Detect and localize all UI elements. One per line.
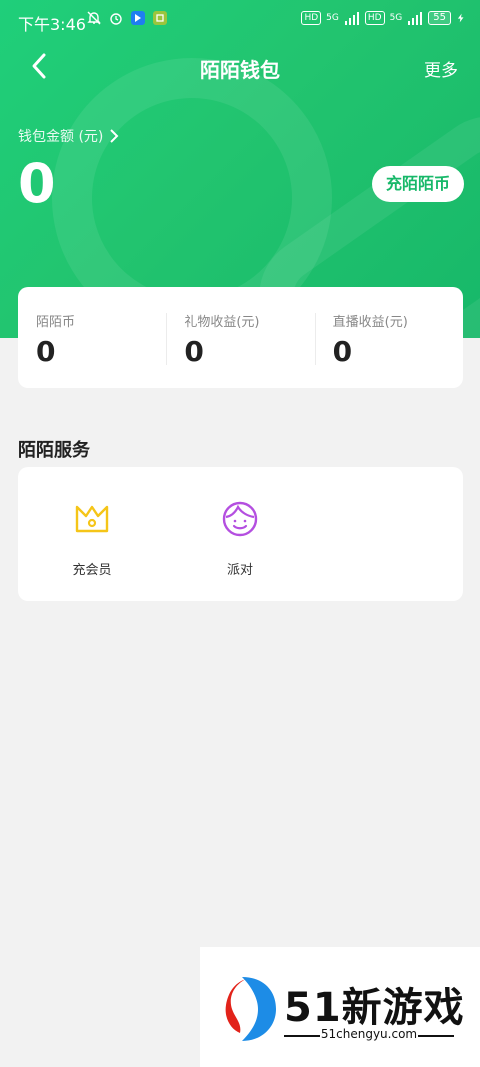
service-party[interactable]: 派对 — [200, 499, 280, 578]
stat-live-earnings[interactable]: 直播收益(元) 0 — [314, 287, 463, 388]
site-url: 51chengyu.com — [320, 1027, 418, 1041]
hd-badge: HD — [301, 11, 322, 25]
stat-momo-coins[interactable]: 陌陌币 0 — [18, 287, 166, 388]
chevron-right-icon — [110, 129, 119, 143]
recharge-coins-button[interactable]: 充陌陌币 — [371, 166, 464, 202]
network-type: 5G — [326, 13, 339, 23]
smiling-girl-icon — [222, 501, 258, 537]
wallet-balance-label: 钱包金额 (元) — [18, 129, 104, 145]
signal-icon — [408, 12, 423, 25]
stat-value: 0 — [184, 335, 204, 368]
wallet-balance-link[interactable]: 钱包金额 (元) — [18, 126, 119, 146]
app-notification-icon — [131, 11, 145, 25]
stat-label: 陌陌币 — [36, 315, 76, 330]
site-logo-icon — [225, 977, 276, 1041]
charging-bolt-icon — [457, 13, 464, 23]
status-bar: 下午3:46 HD 5G HD 5G 55 — [0, 0, 480, 42]
divider — [418, 1035, 454, 1037]
stat-gift-earnings[interactable]: 礼物收益(元) 0 — [166, 287, 314, 388]
alarm-icon — [110, 13, 122, 25]
crown-icon — [75, 505, 109, 533]
site-watermark: 51新游戏 51chengyu.com — [200, 947, 480, 1067]
battery-level: 55 — [428, 11, 451, 25]
mute-bell-icon — [87, 11, 101, 25]
stat-value: 0 — [36, 335, 56, 368]
service-label: 派对 — [226, 563, 253, 578]
site-brand: 51新游戏 — [284, 985, 465, 1031]
hd-badge: HD — [364, 11, 385, 25]
stat-label: 礼物收益(元) — [184, 315, 260, 330]
stat-label: 直播收益(元) — [332, 315, 408, 330]
service-label: 充会员 — [72, 563, 112, 578]
navigation-bar: 陌陌钱包 更多 — [0, 42, 480, 92]
earnings-card: 陌陌币 0 礼物收益(元) 0 直播收益(元) 0 — [18, 287, 463, 388]
wallet-balance-value: 0 — [18, 152, 56, 215]
stat-value: 0 — [332, 335, 353, 368]
signal-icon — [344, 12, 359, 25]
page-title: 陌陌钱包 — [200, 58, 280, 82]
services-title: 陌陌服务 — [18, 440, 90, 461]
service-vip[interactable]: 充会员 — [52, 499, 132, 578]
services-card: 充会员 派对 — [18, 467, 463, 601]
status-time: 下午3:46 — [18, 15, 86, 34]
app-notification-icon — [153, 11, 167, 25]
network-type: 5G — [389, 13, 403, 23]
more-button[interactable]: 更多 — [424, 56, 458, 81]
